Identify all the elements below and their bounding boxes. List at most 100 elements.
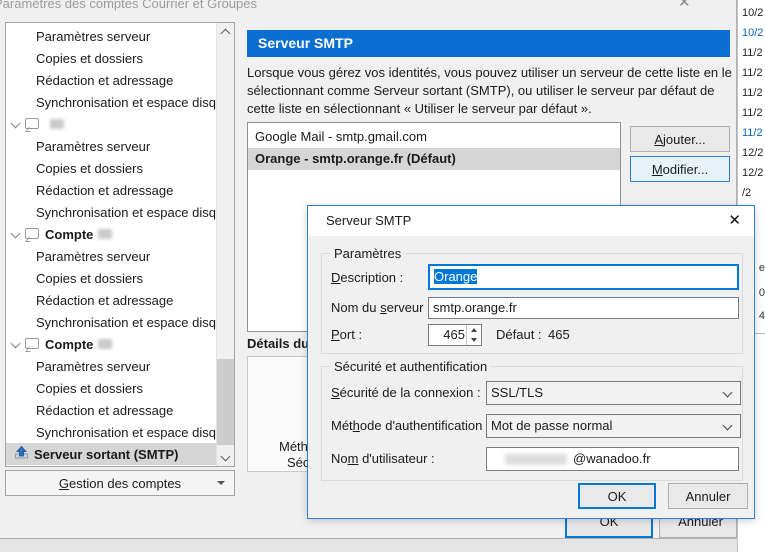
username-label: Nom d'utilisateur :	[331, 451, 435, 466]
redacted-text	[50, 119, 64, 129]
chevron-down-icon[interactable]	[10, 228, 21, 238]
account-icon	[25, 227, 39, 239]
close-icon[interactable]: ✕	[728, 211, 741, 229]
sidebar-item[interactable]: Paramètres serveur	[6, 245, 217, 267]
sidebar-item[interactable]: Rédaction et adressage	[6, 69, 217, 91]
sidebar-item[interactable]	[6, 113, 217, 135]
sidebar-item[interactable]: Synchronisation et espace disque	[6, 311, 217, 333]
details-heading: Détails du	[247, 336, 310, 351]
sidebar-item[interactable]: Synchronisation et espace disque	[6, 91, 217, 113]
mail-date: /2	[742, 187, 752, 199]
close-icon[interactable]: ✕	[678, 0, 691, 11]
sidebar-item-label: Copies et dossiers	[36, 270, 143, 286]
description-input[interactable]: Orange	[428, 264, 739, 290]
sidebar-item-label: Copies et dossiers	[36, 160, 143, 176]
mail-date: 12/2	[742, 147, 764, 159]
sidebar-item-label: Rédaction et adressage	[36, 402, 174, 418]
settings-group-legend: Paramètres	[334, 246, 402, 261]
sidebar-item-label: Paramètres serveur	[36, 28, 151, 44]
sidebar-item[interactable]: Rédaction et adressage	[6, 289, 217, 311]
sidebar-item[interactable]: Copies et dossiers	[6, 157, 217, 179]
mail-date: 11/2	[742, 87, 763, 99]
sidebar-item[interactable]: Copies et dossiers	[6, 47, 217, 69]
mail-text-fragment: 4	[758, 310, 765, 322]
dialog-cancel-button[interactable]: Annuler	[668, 483, 748, 509]
redacted-text	[505, 454, 567, 466]
sidebar-item-label: Serveur sortant (SMTP)	[34, 446, 179, 462]
smtp-server-item[interactable]: Orange - smtp.orange.fr (Défaut)	[248, 148, 620, 170]
redacted-text	[98, 339, 113, 349]
smtp-server-item[interactable]: Google Mail - smtp.gmail.com	[248, 126, 620, 148]
sidebar-item[interactable]: Compte	[6, 333, 217, 355]
dropdown-caret-icon	[217, 481, 225, 485]
chevron-down-icon	[722, 387, 733, 398]
sidebar-item[interactable]: Copies et dossiers	[6, 267, 217, 289]
sidebar-item-label: Synchronisation et espace disque	[36, 424, 217, 440]
mail-date: 11/2	[742, 67, 763, 79]
mail-date: 10/2	[742, 27, 764, 39]
sidebar-item-label: Rédaction et adressage	[36, 182, 174, 198]
spin-up-icon[interactable]	[467, 325, 481, 335]
auth-method-label: Méthode d'authentification :	[331, 418, 490, 433]
sidebar-item-label: Paramètres serveur	[36, 138, 151, 154]
sidebar-item[interactable]: Rédaction et adressage	[6, 399, 217, 421]
mail-date: 11/2	[742, 47, 763, 59]
connection-security-label: Sécurité de la connexion :	[331, 385, 481, 400]
username-input[interactable]: @wanadoo.fr	[486, 447, 739, 471]
sidebar-item[interactable]: Compte	[6, 223, 217, 245]
send-icon	[14, 445, 29, 462]
sidebar-item[interactable]: Paramètres serveur	[6, 25, 217, 47]
server-name-input[interactable]: smtp.orange.fr	[428, 297, 739, 319]
connection-security-select[interactable]: SSL/TLS	[486, 381, 741, 405]
chevron-down-icon	[722, 420, 733, 431]
sidebar-item[interactable]: Serveur sortant (SMTP)	[6, 443, 217, 465]
panel-header: Serveur SMTP	[247, 30, 730, 57]
scrollbar-thumb[interactable]	[217, 359, 234, 445]
sidebar-item-label: Compte	[45, 336, 94, 352]
window-title: Paramètres des comptes Courrier et Group…	[0, 0, 257, 11]
sidebar-item[interactable]: Synchronisation et espace disque	[6, 421, 217, 443]
sidebar-scrollbar[interactable]	[216, 23, 234, 466]
panel-description: Lorsque vous gérez vos identités, vous p…	[247, 65, 732, 116]
mail-date: 11/2	[742, 107, 763, 119]
port-label: Port :	[331, 327, 363, 342]
accounts-tree: Paramètres serveur Copies et dossiers Ré…	[5, 22, 235, 467]
sidebar-item[interactable]: Synchronisation et espace disque	[6, 201, 217, 223]
sidebar-item-label: Compte	[45, 226, 94, 242]
scroll-down-icon[interactable]	[217, 449, 234, 466]
sidebar-item-label: Rédaction et adressage	[36, 292, 174, 308]
description-label: Description :	[331, 270, 404, 285]
port-default-label: Défaut :	[496, 327, 542, 342]
sidebar-item[interactable]: Paramètres serveur	[6, 135, 217, 157]
chevron-down-icon[interactable]	[10, 338, 21, 348]
manage-accounts-button[interactable]: Gestion des comptes	[5, 470, 235, 496]
port-stepper[interactable]: 465	[428, 324, 482, 346]
smtp-server-dialog: Serveur SMTP ✕ Paramètres Description : …	[307, 205, 755, 519]
edit-button[interactable]: Modifier...	[630, 156, 730, 182]
sidebar-item-label: Synchronisation et espace disque	[36, 314, 217, 330]
mail-date: 12/2	[742, 167, 764, 179]
sidebar-item[interactable]: Copies et dossiers	[6, 377, 217, 399]
port-default-value: 465	[548, 327, 570, 342]
spin-down-icon[interactable]	[467, 335, 481, 345]
dialog-title: Serveur SMTP	[326, 213, 412, 228]
port-value: 465	[443, 327, 465, 342]
scroll-up-icon[interactable]	[217, 23, 234, 40]
mail-date: 11/2	[742, 127, 763, 139]
sidebar-item[interactable]: Rédaction et adressage	[6, 179, 217, 201]
security-group-legend: Sécurité et authentification	[334, 359, 488, 374]
sidebar-item[interactable]: Paramètres serveur	[6, 355, 217, 377]
manage-accounts-label: Gestion des comptes	[58, 475, 182, 491]
redacted-text	[98, 229, 113, 239]
chevron-down-icon[interactable]	[10, 118, 21, 128]
sidebar-item-label: Paramètres serveur	[36, 358, 151, 374]
sidebar-item-label: Synchronisation et espace disque	[36, 94, 217, 110]
mail-text-fragment: 0	[758, 287, 765, 299]
account-icon	[25, 117, 39, 129]
add-button[interactable]: Ajouter...	[630, 126, 730, 152]
mail-text-fragment: e	[758, 262, 765, 274]
dialog-ok-button[interactable]: OK	[578, 483, 656, 509]
sidebar-item-label: Copies et dossiers	[36, 50, 143, 66]
sidebar-item-label: Paramètres serveur	[36, 248, 151, 264]
auth-method-select[interactable]: Mot de passe normal	[486, 414, 741, 438]
